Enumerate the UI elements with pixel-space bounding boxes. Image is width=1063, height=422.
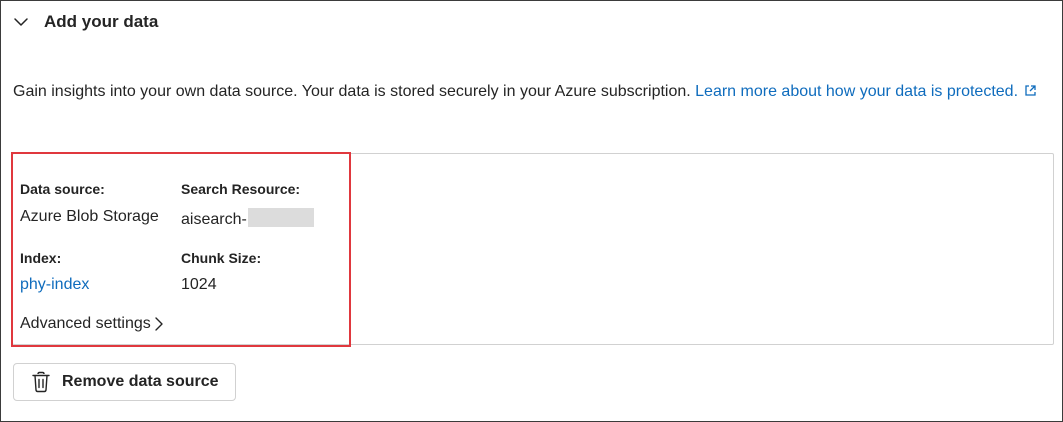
data-source-value: Azure Blob Storage bbox=[20, 208, 159, 225]
remove-button-label: Remove data source bbox=[62, 373, 219, 390]
learn-more-link[interactable]: Learn more about how your data is protec… bbox=[695, 83, 1037, 100]
index-link[interactable]: phy-index bbox=[20, 276, 89, 294]
learn-more-link-text: Learn more about how your data is protec… bbox=[695, 83, 1019, 100]
chunk-size-label: Chunk Size: bbox=[181, 250, 262, 266]
section-description: Gain insights into your own data source.… bbox=[13, 78, 1043, 105]
advanced-settings-label: Advanced settings bbox=[20, 315, 151, 332]
data-source-label: Data source: bbox=[20, 181, 105, 197]
index-label: Index: bbox=[20, 250, 62, 266]
section-title: Add your data bbox=[44, 12, 159, 31]
remove-data-source-button[interactable]: Remove data source bbox=[13, 363, 236, 401]
search-resource-label: Search Resource: bbox=[181, 181, 301, 197]
chevron-down-icon bbox=[14, 18, 28, 26]
advanced-settings-button[interactable]: Advanced settings bbox=[20, 315, 165, 333]
search-resource-value-wrap: aisearch- bbox=[181, 208, 314, 229]
redacted-block bbox=[247, 208, 314, 227]
chevron-right-icon bbox=[155, 317, 163, 331]
description-text: Gain insights into your own data source.… bbox=[13, 83, 696, 100]
external-link-icon bbox=[1025, 85, 1036, 96]
trash-icon bbox=[32, 371, 50, 393]
chunk-size-value: 1024 bbox=[181, 276, 217, 293]
section-header-toggle[interactable]: Add your data bbox=[12, 12, 158, 32]
search-resource-value: aisearch- bbox=[181, 211, 247, 228]
